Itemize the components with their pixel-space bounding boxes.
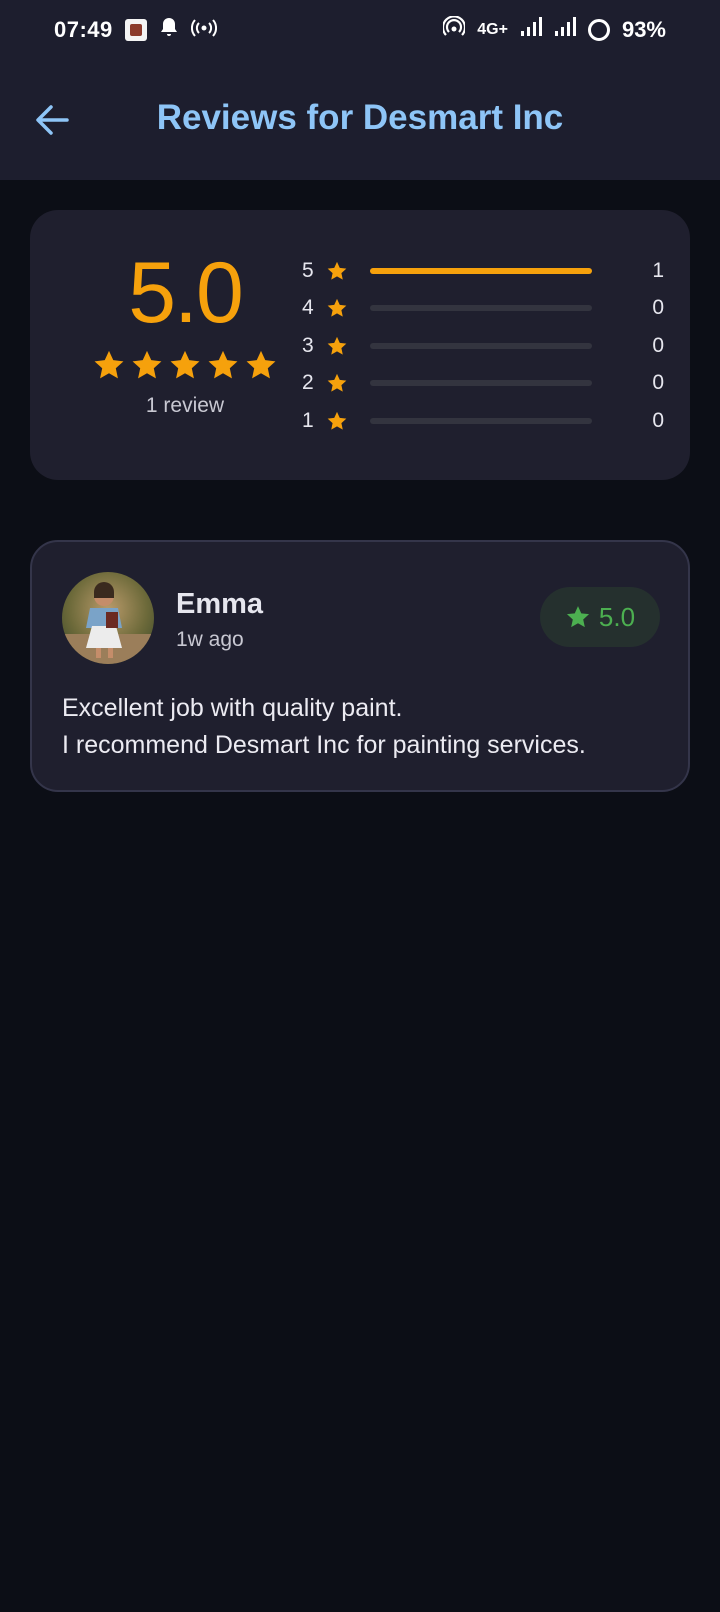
distribution-row: 40 [302,290,672,328]
status-bar: 07:49 4G+ 93% [0,0,720,60]
app-bar: Reviews for Desmart Inc [0,60,720,180]
distribution-row: 10 [302,402,672,440]
star-icon [246,350,276,379]
star-icon [327,374,347,392]
distribution-star-level: 1 [302,408,314,432]
star-icon [208,350,238,379]
signal-icon [520,17,542,43]
avatar [62,572,154,664]
distribution-count: 0 [652,333,664,357]
distribution-row: 51 [302,252,672,290]
star-icon [327,411,347,430]
status-time: 07:49 [54,17,113,42]
network-type: 4G+ [477,21,508,38]
bell-icon [159,16,179,44]
star-icon [566,606,589,628]
review-text: Excellent job with quality paint. I reco… [62,694,586,759]
review-count: 1 review [145,394,225,417]
distribution-bar [370,342,592,349]
distribution-star-level: 4 [302,296,314,320]
battery-icon [587,19,610,41]
distribution-bar-fill [370,267,592,274]
star-icon [327,336,347,355]
distribution-bar [370,305,592,312]
rating-distribution: 5140302010 [302,252,672,440]
distribution-bar [370,267,592,274]
review-rating-badge: 5.0 [540,587,660,647]
star-icon [94,350,124,379]
wireless-icon [442,15,467,44]
distribution-row: 30 [302,327,672,365]
distribution-count: 0 [652,296,664,320]
distribution-count: 0 [652,371,664,395]
average-rating-value: 5.0 [128,245,244,341]
review-rating-value: 5.0 [598,601,636,632]
review-time: 1w ago [176,628,244,651]
distribution-star-level: 5 [302,258,314,282]
distribution-count: 1 [652,258,664,282]
rating-summary-card: 5.0 1 review 5140302010 [30,210,690,480]
distribution-count: 0 [652,408,664,432]
distribution-star-level: 3 [302,333,314,357]
signal-icon-2 [554,17,576,43]
average-stars [90,348,280,382]
reviewer-name: Emma [176,588,264,620]
distribution-bar [370,417,592,424]
distribution-row: 20 [302,365,672,403]
star-icon [327,299,347,317]
distribution-bar [370,380,592,387]
review-card[interactable]: Emma 1w ago 5.0 Excellent job with quali… [30,540,690,792]
battery-percent: 93% [621,17,666,42]
star-icon [132,350,162,379]
page-title: Reviews for Desmart Inc [156,98,564,137]
star-icon [327,261,347,280]
star-icon [170,350,200,379]
app-notification-icon [124,19,147,41]
reviews-screen: 07:49 4G+ 93% Reviews for Desmart Inc 5.… [0,0,720,1612]
average-rating-block: 5.0 1 review [90,244,280,418]
distribution-star-level: 2 [302,371,314,395]
hotspot-icon [190,16,217,44]
